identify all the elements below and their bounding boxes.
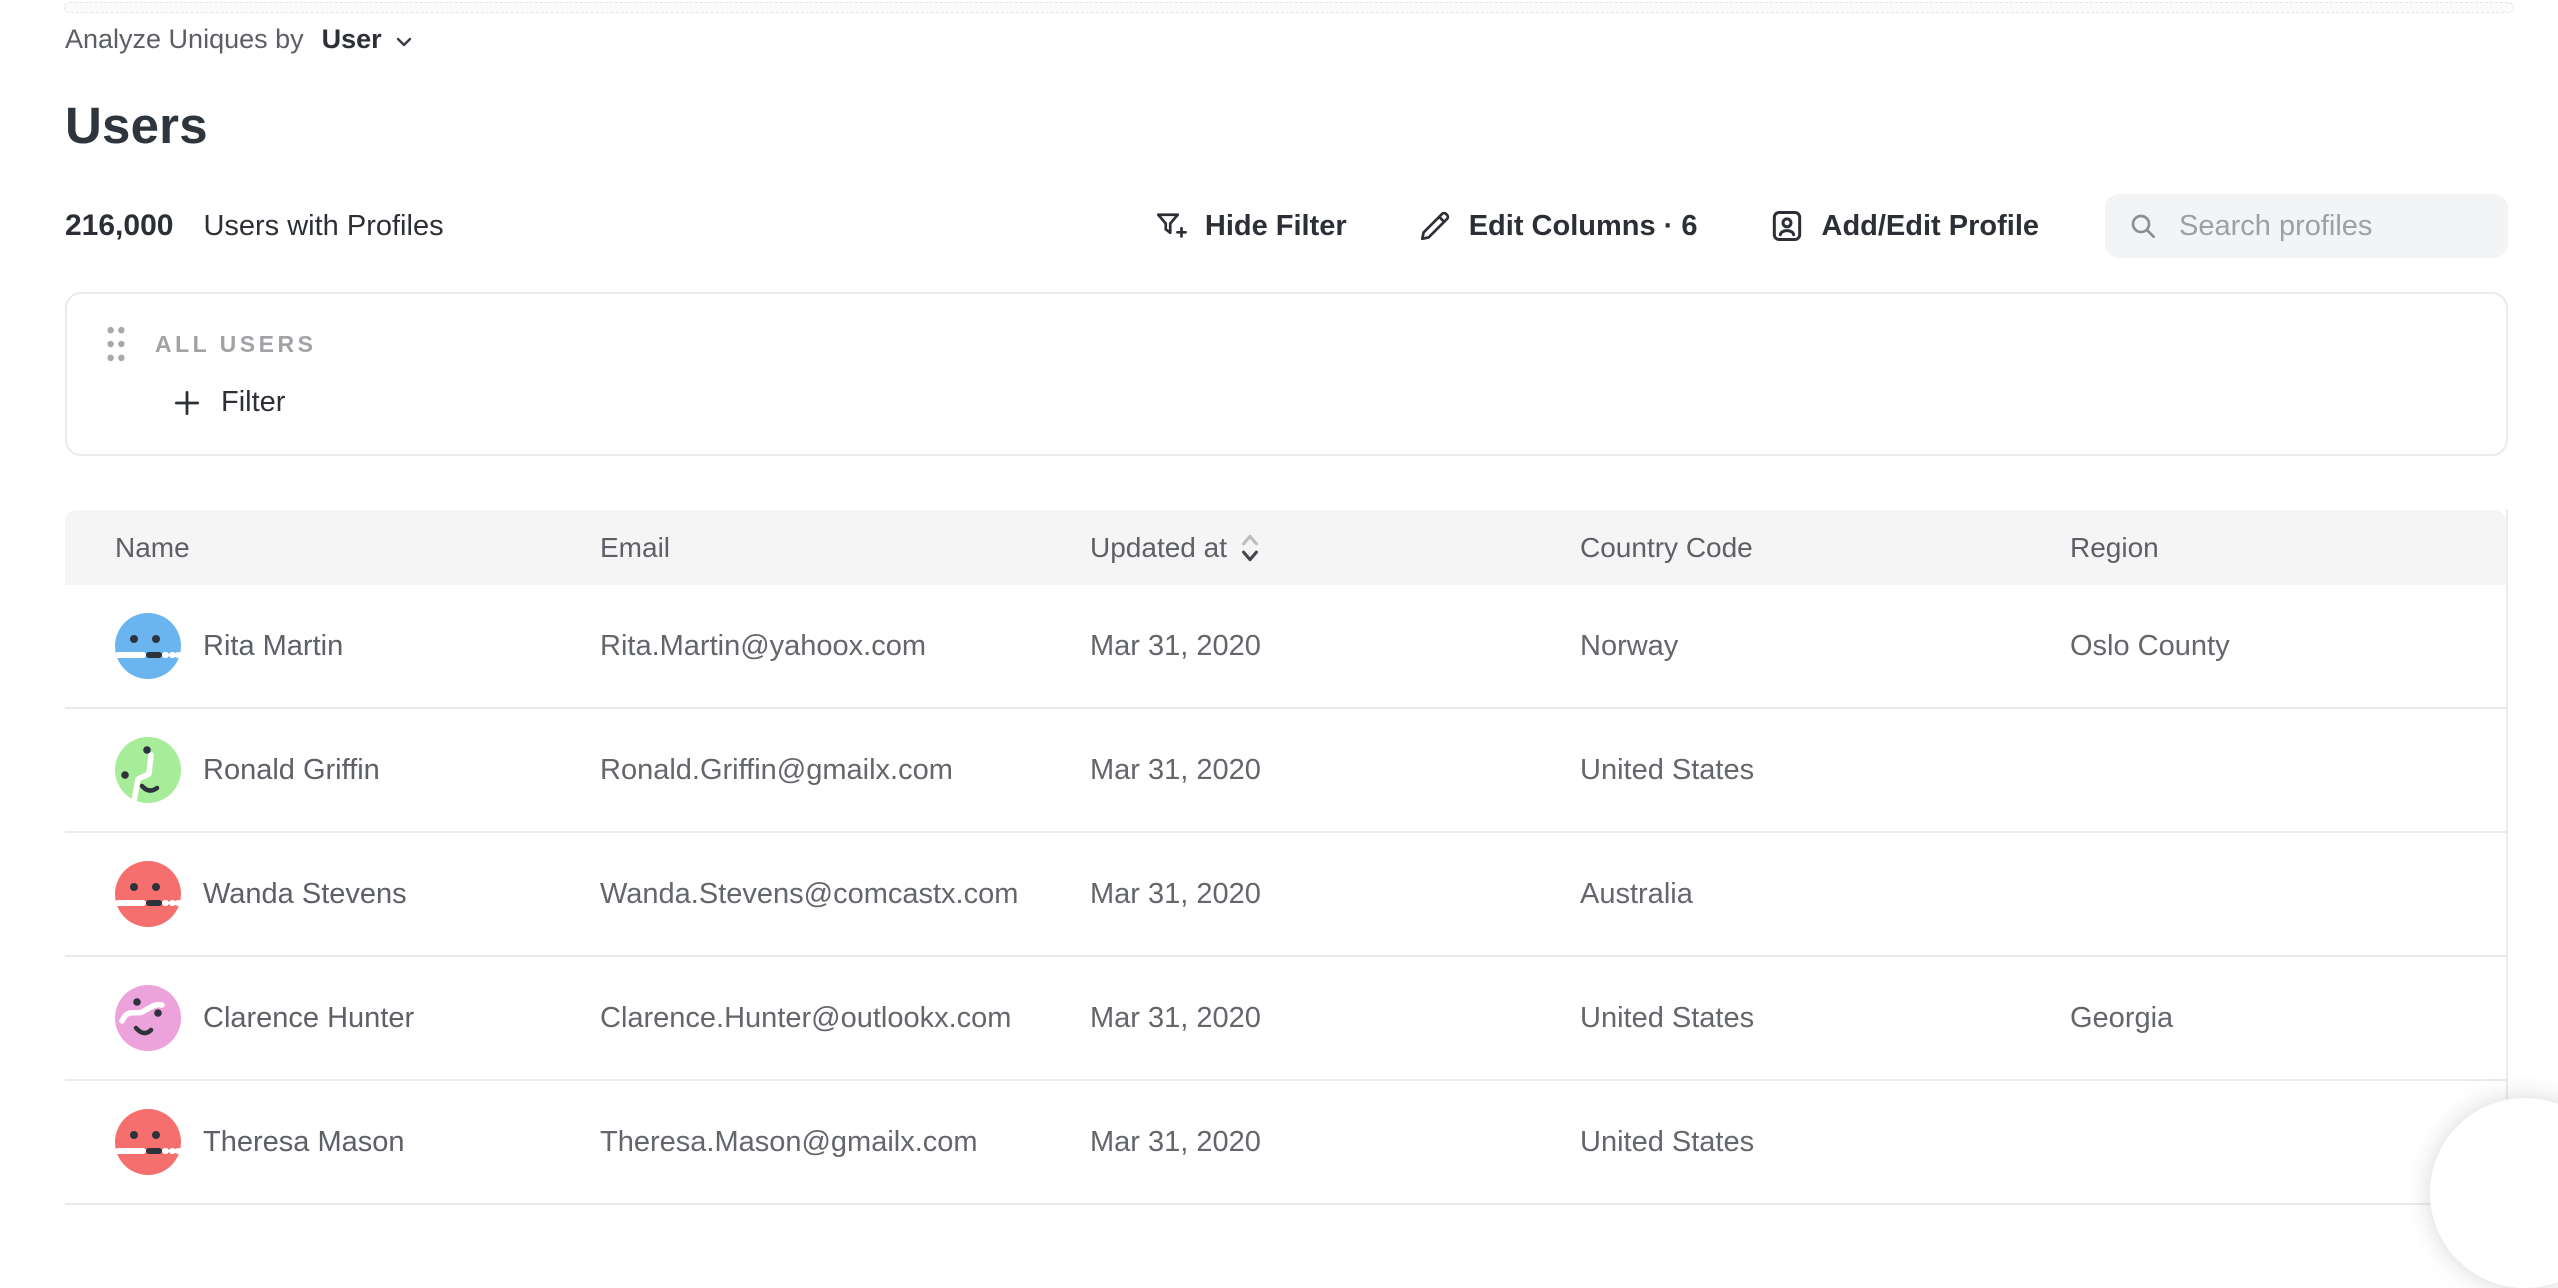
table-row[interactable]: Ronald Griffin Ronald.Griffin@gmailx.com… — [65, 709, 2506, 833]
edit-columns-button[interactable]: Edit Columns · 6 — [1417, 208, 1698, 244]
filter-group-header: ALL USERS — [103, 324, 2506, 364]
table-body: Rita Martin Rita.Martin@yahoox.com Mar 3… — [65, 585, 2506, 1205]
table-row[interactable]: Clarence Hunter Clarence.Hunter@outlookx… — [65, 957, 2506, 1081]
table-row[interactable]: Wanda Stevens Wanda.Stevens@comcastx.com… — [65, 833, 2506, 957]
updated-at-cell: Mar 31, 2020 — [1090, 1126, 1580, 1159]
user-avatar — [115, 613, 181, 679]
analyze-by-dropdown[interactable]: User — [322, 24, 416, 55]
name-cell: Wanda Stevens — [115, 861, 600, 927]
table-row[interactable]: Theresa Mason Theresa.Mason@gmailx.com M… — [65, 1081, 2506, 1205]
updated-at-cell: Mar 31, 2020 — [1090, 1002, 1580, 1035]
region-cell: Oslo County — [2070, 630, 2506, 663]
table-header: Name Email Updated at Country Code Regio… — [65, 510, 2506, 585]
page-title: Users — [65, 96, 208, 155]
name-cell: Ronald Griffin — [115, 737, 600, 803]
profiles-count-label: Users with Profiles — [203, 210, 443, 243]
email-cell: Theresa.Mason@gmailx.com — [600, 1126, 1090, 1159]
pencil-icon — [1417, 208, 1453, 244]
name-cell: Clarence Hunter — [115, 985, 600, 1051]
email-cell: Clarence.Hunter@outlookx.com — [600, 1002, 1090, 1035]
drag-handle-icon[interactable] — [103, 324, 129, 364]
country-code-cell: United States — [1580, 754, 2070, 787]
region-cell: Georgia — [2070, 1002, 2506, 1035]
email-cell: Ronald.Griffin@gmailx.com — [600, 754, 1090, 787]
add-edit-profile-button[interactable]: Add/Edit Profile — [1768, 207, 2040, 245]
table-row[interactable]: Rita Martin Rita.Martin@yahoox.com Mar 3… — [65, 585, 2506, 709]
profile-badge-icon — [1768, 207, 1806, 245]
filter-plus-icon — [1153, 208, 1189, 244]
user-avatar — [115, 985, 181, 1051]
hide-filter-button[interactable]: Hide Filter — [1153, 208, 1347, 244]
main-content: Analyze Uniques by User Users 216,000 Us… — [65, 0, 2508, 1184]
user-avatar — [115, 861, 181, 927]
edit-columns-label: Edit Columns · 6 — [1469, 210, 1698, 243]
name-cell: Theresa Mason — [115, 1109, 600, 1175]
country-code-cell: Australia — [1580, 878, 2070, 911]
search-profiles-input[interactable] — [2177, 209, 2498, 244]
add-edit-profile-label: Add/Edit Profile — [1822, 210, 2040, 243]
profiles-count: 216,000 — [65, 209, 173, 243]
user-name: Theresa Mason — [203, 1126, 405, 1159]
column-header-name[interactable]: Name — [115, 532, 600, 564]
hide-filter-label: Hide Filter — [1205, 210, 1347, 243]
sort-icon — [1239, 530, 1261, 566]
column-header-region[interactable]: Region — [2070, 532, 2506, 564]
user-avatar — [115, 1109, 181, 1175]
column-header-email[interactable]: Email — [600, 532, 1090, 564]
user-avatar — [115, 737, 181, 803]
toolbar: Hide Filter Edit Columns · 6 Add/Edit Pr… — [1153, 194, 2508, 258]
user-name: Wanda Stevens — [203, 878, 407, 911]
updated-at-cell: Mar 31, 2020 — [1090, 630, 1580, 663]
user-name: Clarence Hunter — [203, 1002, 414, 1035]
add-filter-button[interactable]: Filter — [171, 386, 285, 419]
plus-icon — [171, 387, 203, 419]
chevron-down-icon — [392, 30, 416, 54]
country-code-cell: Norway — [1580, 630, 2070, 663]
email-cell: Wanda.Stevens@comcastx.com — [600, 878, 1090, 911]
filter-group-label: ALL USERS — [155, 331, 316, 358]
name-cell: Rita Martin — [115, 613, 600, 679]
updated-at-cell: Mar 31, 2020 — [1090, 754, 1580, 787]
country-code-cell: United States — [1580, 1002, 2070, 1035]
analyze-uniques-row: Analyze Uniques by User — [65, 24, 416, 55]
search-icon — [2127, 210, 2159, 242]
column-header-updated-at[interactable]: Updated at — [1090, 530, 1580, 566]
profiles-table: Name Email Updated at Country Code Regio… — [65, 510, 2508, 1184]
analyze-uniques-label: Analyze Uniques by — [65, 24, 304, 55]
user-name: Rita Martin — [203, 630, 343, 663]
column-header-country-code[interactable]: Country Code — [1580, 532, 2070, 564]
stats-toolbar-row: 216,000 Users with Profiles Hide Filter … — [65, 190, 2508, 262]
filter-panel: ALL USERS Filter — [65, 292, 2508, 456]
user-name: Ronald Griffin — [203, 754, 380, 787]
updated-at-cell: Mar 31, 2020 — [1090, 878, 1580, 911]
country-code-cell: United States — [1580, 1126, 2070, 1159]
search-box — [2105, 194, 2508, 258]
email-cell: Rita.Martin@yahoox.com — [600, 630, 1090, 663]
add-filter-label: Filter — [221, 386, 285, 419]
analyze-by-value: User — [322, 24, 382, 55]
